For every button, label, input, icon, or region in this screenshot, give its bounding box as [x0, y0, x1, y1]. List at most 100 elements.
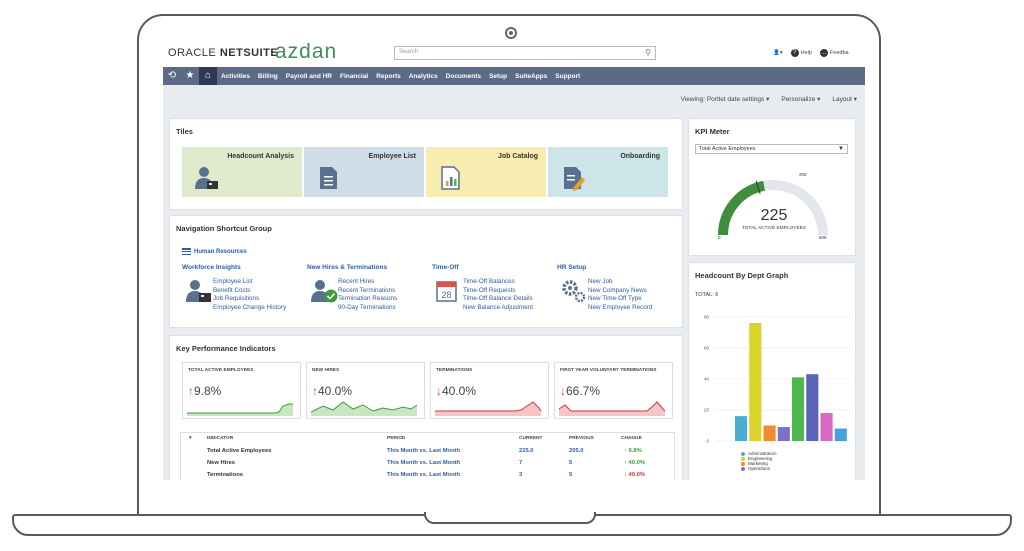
col-change: CHANGE — [621, 436, 642, 441]
gauge-min: 0 — [718, 235, 721, 240]
nav-suiteapps[interactable]: SuiteApps — [511, 73, 551, 80]
bar[interactable] — [749, 322, 762, 441]
kpi-card-total-active[interactable]: TOTAL ACTIVE EMPLOYEES ↑9.8% — [182, 362, 301, 419]
group-time-off: Time-Off 28 Time-Off Balances Time-Off R… — [432, 264, 557, 324]
row-current[interactable]: 225.0 — [519, 448, 534, 454]
kpi-card-first-year-voluntary[interactable]: FIRST YEAR VOLUNTARY TERMINATIONS ↓66.7% — [554, 362, 673, 419]
gears-icon — [562, 280, 586, 303]
laptop-notch — [424, 512, 596, 524]
link-job-requisitions[interactable]: Job Requisitions — [213, 295, 286, 304]
employee-card-icon — [186, 280, 211, 302]
user-role-icon[interactable]: 👤▾ — [773, 50, 783, 56]
group-heading[interactable]: Time-Off — [432, 264, 557, 271]
help-label: Help — [800, 50, 812, 56]
gauge-max: 508 — [819, 235, 827, 240]
collapse-icon[interactable]: ▾ — [189, 436, 191, 441]
group-heading[interactable]: Workforce Insights — [182, 264, 307, 271]
feedback-link[interactable]: … Feedba — [819, 49, 849, 57]
bar[interactable] — [735, 416, 748, 441]
search-placeholder: Search — [399, 49, 419, 55]
row-indicator: New Hires — [207, 460, 236, 466]
legend-item[interactable]: Operations — [741, 466, 777, 471]
screen: ORACLE NETSUITE azdan Search ⚲ 👤▾ ? Help … — [163, 43, 865, 480]
oracle-netsuite-logo[interactable]: ORACLE NETSUITE — [168, 47, 278, 59]
chart-legend: Administration Engineering Marketing Operat… — [741, 451, 777, 471]
nav-financial[interactable]: Financial — [336, 73, 372, 80]
link-new-time-off-type[interactable]: New Time-Off Type — [588, 295, 652, 304]
link-time-off-balance-details[interactable]: Time-Off Balance Details — [463, 295, 533, 304]
bar[interactable] — [834, 428, 847, 441]
link-employee-change-history[interactable]: Employee Change History — [213, 304, 286, 313]
kpi-meter-portlet: KPI Meter Total Active Employees ▼ 205 2… — [688, 118, 856, 256]
legend-swatch — [741, 456, 745, 461]
home-icon[interactable]: ⌂ — [199, 67, 217, 85]
row-current[interactable]: 3 — [519, 472, 522, 478]
group-heading[interactable]: HR Setup — [557, 264, 682, 271]
row-period[interactable]: This Month vs. Last Month — [387, 460, 460, 466]
link-termination-reasons[interactable]: Termination Reasons — [338, 295, 397, 304]
nav-setup[interactable]: Setup — [485, 73, 511, 80]
nav-activities[interactable]: Activities — [217, 73, 254, 80]
kpi-card-heading: TERMINATIONS — [436, 368, 473, 373]
link-benefit-costs[interactable]: Benefit Costs — [213, 287, 286, 296]
group-links: Time-Off Balances Time-Off Requests Time… — [463, 278, 533, 312]
feedback-label: Feedba — [829, 50, 849, 56]
kpi-card-terminations[interactable]: TERMINATIONS ↓40.0% — [430, 362, 549, 419]
row-period[interactable]: This Month vs. Last Month — [387, 472, 460, 478]
link-time-off-requests[interactable]: Time-Off Requests — [463, 287, 533, 296]
dashboard-content: Viewing: Portlet date settings ▾ Persona… — [163, 85, 865, 480]
human-resources-link[interactable]: Human Resources — [182, 247, 247, 256]
personalize-menu[interactable]: Personalize ▾ — [781, 95, 820, 103]
search-icon[interactable]: ⚲ — [645, 48, 651, 57]
row-previous[interactable]: 205.0 — [569, 448, 584, 454]
report-chart-icon — [441, 166, 460, 190]
gauge-value: 225 — [760, 207, 788, 224]
row-current[interactable]: 7 — [519, 460, 522, 466]
recent-icon[interactable]: ⟲ — [163, 67, 181, 85]
group-links: New Job New Company News New Time-Off Ty… — [588, 278, 652, 312]
link-new-balance-adjustment[interactable]: New Balance Adjustment — [463, 304, 533, 313]
row-period[interactable]: This Month vs. Last Month — [387, 448, 460, 454]
nav-payroll-hr[interactable]: Payroll and HR — [282, 73, 336, 80]
row-change: ↓ 40.0% — [624, 472, 645, 478]
help-link[interactable]: ? Help — [790, 49, 812, 57]
nav-support[interactable]: Support — [551, 73, 584, 80]
nav-reports[interactable]: Reports — [372, 73, 405, 80]
nav-analytics[interactable]: Analytics — [405, 73, 442, 80]
bar[interactable] — [777, 427, 790, 441]
link-employee-list[interactable]: Employee List — [213, 278, 286, 287]
link-recent-terminations[interactable]: Recent Terminations — [338, 287, 397, 296]
link-new-employee-record[interactable]: New Employee Record — [588, 304, 652, 313]
group-heading[interactable]: New Hires & Terminations — [307, 264, 432, 271]
tile-headcount-analysis[interactable]: Headcount Analysis — [182, 147, 302, 197]
row-previous[interactable]: 5 — [569, 460, 572, 466]
star-icon[interactable]: ★ — [181, 67, 199, 85]
tile-onboarding[interactable]: Onboarding — [548, 147, 668, 197]
tile-job-catalog[interactable]: Job Catalog — [426, 147, 546, 197]
link-recent-hires[interactable]: Recent Hires — [338, 278, 397, 287]
link-90-day-terminations[interactable]: 90-Day Terminations — [338, 304, 397, 313]
sparkline — [311, 401, 418, 416]
sparkline — [435, 401, 542, 416]
row-previous[interactable]: 5 — [569, 472, 572, 478]
portlet-date-settings[interactable]: Viewing: Portlet date settings ▾ — [681, 95, 770, 103]
tile-employee-list[interactable]: Employee List — [304, 147, 424, 197]
search-input[interactable]: Search ⚲ — [394, 46, 656, 60]
bar[interactable] — [806, 374, 819, 441]
bar[interactable] — [763, 425, 776, 441]
col-current: CURRENT — [519, 436, 543, 441]
nav-billing[interactable]: Billing — [254, 73, 282, 80]
bar[interactable] — [792, 377, 805, 441]
link-time-off-balances[interactable]: Time-Off Balances — [463, 278, 533, 287]
link-new-job[interactable]: New Job — [588, 278, 652, 287]
header-tools: 👤▾ ? Help … Feedba — [773, 49, 849, 57]
kpi-portlet: Key Performance Indicators TOTAL ACTIVE … — [169, 335, 683, 480]
bar[interactable] — [820, 413, 833, 441]
y-tick-label: 20 — [704, 407, 710, 412]
nav-documents[interactable]: Documents — [442, 73, 485, 80]
kpi-card-new-hires[interactable]: NEW HIRES ↑40.0% — [306, 362, 425, 419]
link-new-company-news[interactable]: New Company News — [588, 287, 652, 296]
kpi-table: ▾ INDICATOR PERIOD CURRENT PREVIOUS CHAN… — [180, 432, 675, 480]
group-hr-setup: HR Setup New Job New Company News New Ti… — [557, 264, 682, 324]
layout-menu[interactable]: Layout ▾ — [832, 95, 857, 103]
